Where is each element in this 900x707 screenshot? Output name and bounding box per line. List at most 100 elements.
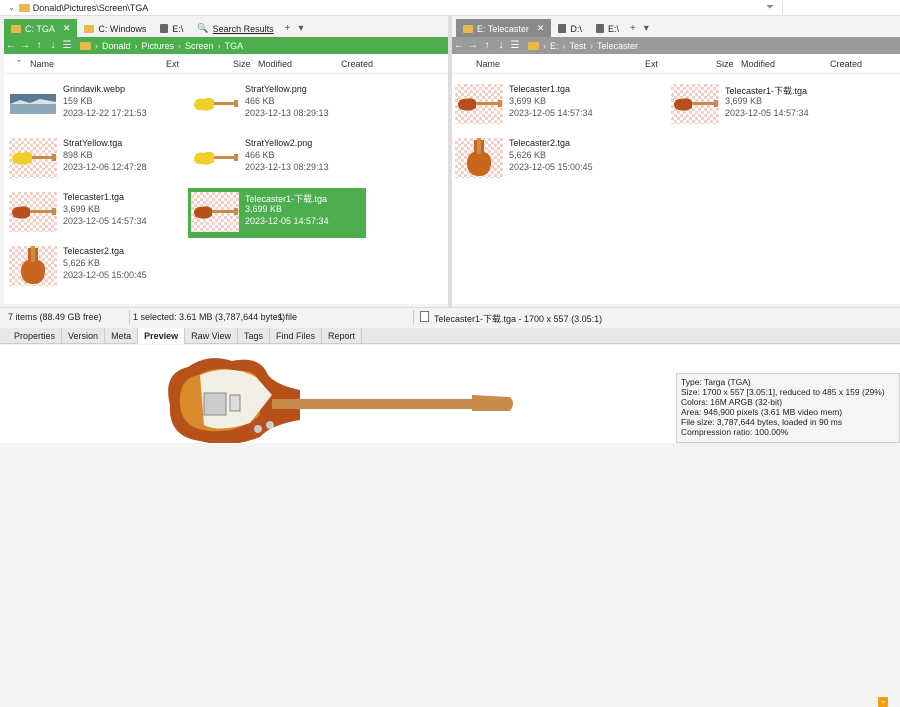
file-item[interactable]: Grindavik.webp 159 KB 2023-12-22 17:21:53	[6, 80, 184, 130]
breadcrumb-item[interactable]: TGA	[225, 41, 244, 51]
tab-search-results[interactable]: 🔍 Search Results	[190, 19, 280, 37]
tab-find-files[interactable]: Find Files	[270, 327, 322, 344]
drive-icon	[595, 24, 604, 33]
divider	[413, 310, 414, 324]
file-size: 5,626 KB	[509, 150, 547, 160]
file-date: 2023-12-05 14:57:34	[245, 216, 329, 226]
file-thumbnail	[671, 84, 719, 124]
col-name[interactable]: Name	[30, 59, 54, 69]
file-size: 3,699 KB	[725, 96, 763, 106]
tab-c-tga[interactable]: C: TGA ✕	[4, 19, 78, 37]
tab-meta[interactable]: Meta	[105, 327, 139, 344]
file-item[interactable]: Telecaster2.tga 5,626 KB 2023-12-05 15:00:…	[6, 242, 184, 292]
file-thumbnail	[455, 84, 503, 124]
file-item[interactable]: Telecaster1.tga 3,699 KB 2023-12-05 14:57:…	[452, 80, 630, 130]
menu-icon[interactable]: ☰	[508, 40, 522, 51]
tab-d-drive[interactable]: D:\	[551, 19, 589, 37]
file-item[interactable]: Telecaster1.tga 3,699 KB 2023-12-05 14:57:…	[6, 188, 184, 238]
expand-icon[interactable]: ⌄	[878, 697, 888, 707]
tab-tags[interactable]: Tags	[238, 327, 270, 344]
add-tab-icon[interactable]: +	[281, 19, 295, 37]
up-icon[interactable]: ↑	[480, 40, 494, 51]
tab-label: C: Windows	[98, 23, 147, 34]
file-icon	[420, 311, 429, 322]
breadcrumb-item[interactable]: E:	[550, 41, 559, 51]
tab-preview[interactable]: Preview	[138, 327, 186, 344]
file-name: Telecaster2.tga	[63, 246, 125, 256]
left-file-pane: Name ⌃ Ext Size Modified Created Grindav…	[4, 54, 448, 304]
col-size[interactable]: Size	[233, 59, 251, 69]
col-name[interactable]: Name	[476, 59, 500, 69]
down-icon[interactable]: ↓	[46, 40, 60, 51]
breadcrumb-item[interactable]: Donald	[102, 41, 131, 51]
chevron-down-icon[interactable]: ▾	[640, 19, 653, 37]
separator-icon: ›	[134, 40, 138, 51]
tab-label: C: TGA	[25, 23, 55, 34]
tab-raw-view[interactable]: Raw View	[185, 327, 238, 344]
tab-e-drive[interactable]: E:\	[153, 19, 190, 37]
file-item[interactable]: StratYellow2.png 466 KB 2023-12-13 08:29:1…	[188, 134, 366, 184]
back-icon[interactable]: ←	[452, 40, 466, 51]
tab-c-windows[interactable]: C: Windows	[77, 19, 153, 37]
file-date: 2023-12-06 12:47:28	[63, 162, 147, 172]
col-created[interactable]: Created	[830, 59, 862, 69]
close-icon[interactable]: ✕	[63, 23, 71, 34]
file-name: StratYellow2.png	[245, 138, 313, 148]
sort-icon: ⌃	[16, 60, 22, 67]
left-tab-bar: C: TGA ✕ C: Windows E:\ 🔍 Search Results +…	[4, 19, 308, 37]
file-thumbnail	[191, 192, 239, 232]
tab-e-drive[interactable]: E:\	[589, 19, 626, 37]
col-ext[interactable]: Ext	[645, 59, 658, 69]
col-size[interactable]: Size	[716, 59, 734, 69]
folder-icon	[84, 24, 95, 33]
file-thumbnail	[191, 138, 239, 178]
tab-label: D:\	[570, 23, 582, 34]
file-name: Telecaster1.tga	[63, 192, 125, 202]
file-item[interactable]: Telecaster1-下载.tga 3,699 KB 2023-12-05 14:…	[668, 80, 846, 130]
file-thumbnail	[9, 138, 57, 178]
breadcrumb-item[interactable]: Screen	[185, 41, 214, 51]
file-size: 3,699 KB	[63, 204, 101, 214]
down-icon[interactable]: ↓	[494, 40, 508, 51]
tab-version[interactable]: Version	[62, 327, 106, 344]
file-name: StratYellow.png	[245, 84, 307, 94]
file-date: 2023-12-05 15:00:45	[509, 162, 593, 172]
breadcrumb-item[interactable]: Telecaster	[597, 41, 638, 51]
info-file-size: File size: 3,787,644 bytes, loaded in 90…	[681, 417, 843, 427]
breadcrumb-item[interactable]: Test	[570, 41, 587, 51]
col-modified[interactable]: Modified	[741, 59, 775, 69]
chevron-down-icon[interactable]: ▾	[295, 19, 308, 37]
tab-e-telecaster[interactable]: E: Telecaster ✕	[456, 19, 552, 37]
file-item[interactable]: StratYellow.png 466 KB 2023-12-13 08:29:13	[188, 80, 366, 130]
folder-icon	[528, 41, 539, 50]
close-icon[interactable]: ✕	[537, 23, 545, 34]
col-ext[interactable]: Ext	[166, 59, 179, 69]
forward-icon[interactable]: →	[466, 40, 480, 51]
title-bar: ⌄ Donald\Pictures\Screen\TGA ⏷	[0, 0, 900, 16]
up-icon[interactable]: ↑	[32, 40, 46, 51]
info-area: Area: 946,900 pixels (3.61 MB video mem)	[681, 407, 843, 417]
back-icon[interactable]: ←	[4, 40, 18, 51]
right-file-pane: Name Ext Size Modified Created Telecaste…	[452, 54, 900, 304]
col-modified[interactable]: Modified	[258, 59, 292, 69]
tab-properties[interactable]: Properties	[8, 327, 63, 344]
file-item[interactable]: Telecaster1-下载.tga 3,699 KB 2023-12-05 14:…	[188, 188, 366, 238]
add-tab-icon[interactable]: +	[626, 19, 640, 37]
forward-icon[interactable]: →	[18, 40, 32, 51]
filter-icon[interactable]: ⏷	[766, 2, 774, 13]
file-size: 898 KB	[63, 150, 93, 160]
file-item[interactable]: Telecaster2.tga 5,626 KB 2023-12-05 15:00:…	[452, 134, 630, 184]
menu-icon[interactable]: ☰	[60, 40, 74, 51]
chevron-down-icon[interactable]: ⌄	[8, 3, 15, 12]
telecaster-preview-image	[168, 358, 513, 443]
separator-icon: ›	[590, 40, 594, 51]
file-name: Telecaster1.tga	[509, 84, 571, 94]
tab-report[interactable]: Report	[322, 327, 363, 344]
col-created[interactable]: Created	[341, 59, 373, 69]
breadcrumb-item[interactable]: Pictures	[142, 41, 175, 51]
divider	[129, 310, 130, 324]
filter-input[interactable]	[782, 1, 900, 14]
file-item[interactable]: StratYellow.tga 898 KB 2023-12-06 12:47:28	[6, 134, 184, 184]
file-thumbnail	[9, 192, 57, 232]
drive-icon	[558, 24, 567, 33]
